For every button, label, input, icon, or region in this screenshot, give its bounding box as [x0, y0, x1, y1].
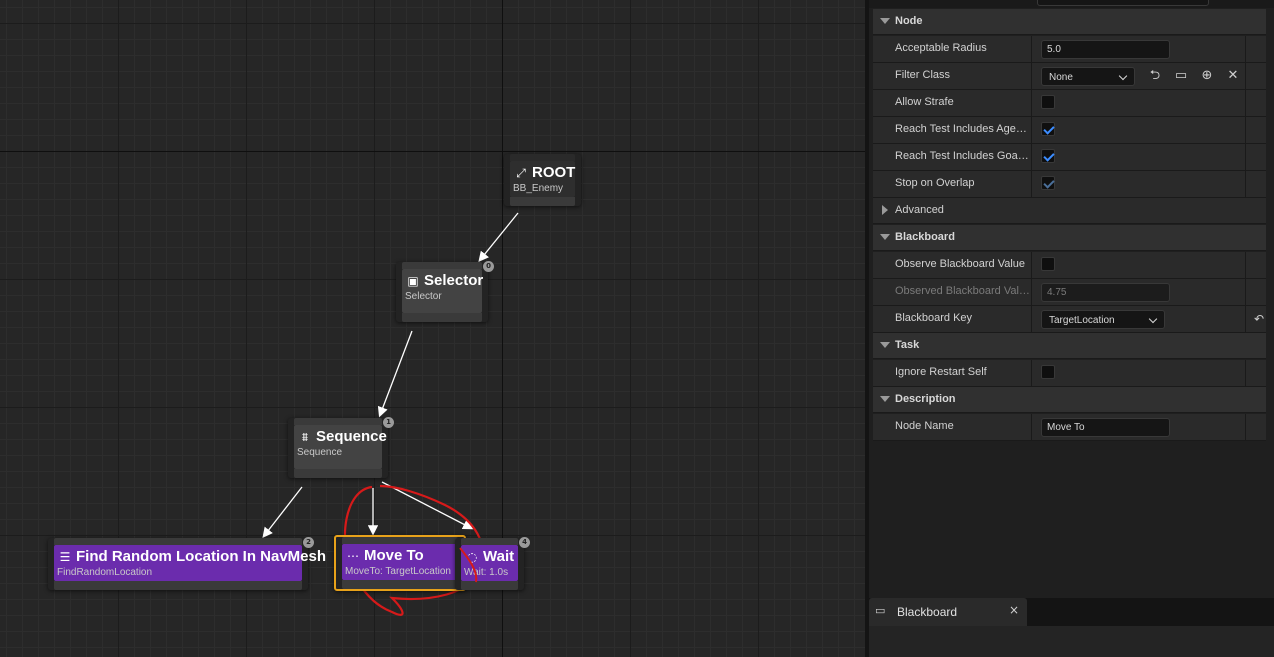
stop-on-overlap-label: Stop on Overlap — [895, 177, 975, 189]
use-selected-icon[interactable]: ⮌ — [1147, 68, 1163, 84]
reach-test-goal-checkbox[interactable] — [1041, 149, 1055, 163]
observed-bb-tolerance-input: 4.75 — [1041, 283, 1170, 302]
prop-stop-on-overlap: Stop on Overlap — [873, 171, 1266, 198]
blackboard-tab-bar: ▭ Blackboard × — [869, 598, 1274, 626]
details-panel: Node Acceptable Radius 5.0 Filter Class … — [865, 0, 1274, 657]
expand-arrow-icon — [880, 342, 890, 348]
blackboard-tab[interactable]: ▭ Blackboard × — [869, 598, 1027, 626]
node-name-label: Node Name — [895, 420, 954, 432]
prop-filter-class: Filter Class None ⮌ ▭ ⊕ ✕ — [873, 63, 1266, 90]
category-task[interactable]: Task — [873, 333, 1266, 359]
category-description-label: Description — [895, 393, 956, 405]
prop-observe-bb-value: Observe Blackboard Value — [873, 252, 1266, 279]
expand-arrow-icon — [880, 396, 890, 402]
blackboard-icon: ▭ — [875, 604, 886, 617]
allow-strafe-checkbox[interactable] — [1041, 95, 1055, 109]
acceptable-radius-input[interactable]: 5.0 — [1041, 40, 1170, 59]
reach-test-goal-label: Reach Test Includes Goal Radius — [895, 150, 1030, 162]
blackboard-key-value: TargetLocation — [1049, 315, 1115, 326]
add-icon[interactable]: ⊕ — [1199, 68, 1215, 84]
chevron-down-icon — [1118, 71, 1128, 81]
expand-arrow-icon — [880, 18, 890, 24]
prop-node-name: Node Name Move To — [873, 414, 1266, 441]
prop-reach-test-agent: Reach Test Includes Agent Radius — [873, 117, 1266, 144]
prop-ignore-restart-self: Ignore Restart Self — [873, 360, 1266, 387]
prop-reach-test-goal: Reach Test Includes Goal Radius — [873, 144, 1266, 171]
category-node[interactable]: Node — [873, 9, 1266, 35]
blackboard-panel-body — [869, 626, 1274, 657]
stop-on-overlap-checkbox[interactable] — [1041, 176, 1055, 190]
behavior-tree-graph[interactable]: ⤢ ROOT BB_Enemy ▣ Selector Selector 0 ⩩ … — [0, 0, 865, 657]
reset-to-default-icon[interactable]: ↶ — [1251, 311, 1267, 327]
clear-icon[interactable]: ✕ — [1225, 68, 1241, 84]
expand-arrow-icon — [880, 234, 890, 240]
category-advanced[interactable]: Advanced — [873, 198, 1266, 224]
category-task-label: Task — [895, 339, 920, 351]
prop-allow-strafe: Allow Strafe — [873, 90, 1266, 117]
prop-blackboard-key: Blackboard Key TargetLocation ↶ — [873, 306, 1266, 333]
chevron-down-icon — [1148, 314, 1158, 324]
collapsed-arrow-icon — [882, 205, 888, 215]
prop-acceptable-radius: Acceptable Radius 5.0 — [873, 36, 1266, 63]
details-top-strip — [869, 0, 1274, 8]
reach-test-agent-label: Reach Test Includes Agent Radius — [895, 123, 1030, 135]
filter-class-label: Filter Class — [895, 69, 951, 81]
category-node-label: Node — [895, 15, 923, 27]
reach-test-agent-checkbox[interactable] — [1041, 122, 1055, 136]
category-description[interactable]: Description — [873, 387, 1266, 413]
ignore-restart-self-label: Ignore Restart Self — [895, 366, 987, 378]
annotation-overlay — [459, 547, 478, 583]
observed-bb-tolerance-label: Observed Blackboard Value Tolerance — [895, 285, 1030, 297]
category-blackboard[interactable]: Blackboard — [873, 225, 1266, 251]
prop-observed-bb-tolerance: Observed Blackboard Value Tolerance 4.75 — [873, 279, 1266, 306]
close-icon[interactable]: × — [1009, 603, 1019, 617]
acceptable-radius-label: Acceptable Radius — [895, 42, 987, 54]
category-advanced-label: Advanced — [895, 204, 944, 216]
node-name-input[interactable]: Move To — [1041, 418, 1170, 437]
filter-class-value: None — [1049, 72, 1073, 83]
observe-bb-value-label: Observe Blackboard Value — [895, 258, 1026, 270]
allow-strafe-label: Allow Strafe — [895, 96, 954, 108]
blackboard-key-dropdown[interactable]: TargetLocation — [1041, 310, 1165, 329]
observe-bb-value-checkbox[interactable] — [1041, 257, 1055, 271]
category-blackboard-label: Blackboard — [895, 231, 955, 243]
ignore-restart-self-checkbox[interactable] — [1041, 365, 1055, 379]
filter-class-dropdown[interactable]: None — [1041, 67, 1135, 86]
blackboard-tab-label: Blackboard — [897, 605, 958, 619]
blackboard-key-label: Blackboard Key — [895, 312, 973, 324]
browse-folder-icon[interactable]: ▭ — [1173, 68, 1189, 84]
